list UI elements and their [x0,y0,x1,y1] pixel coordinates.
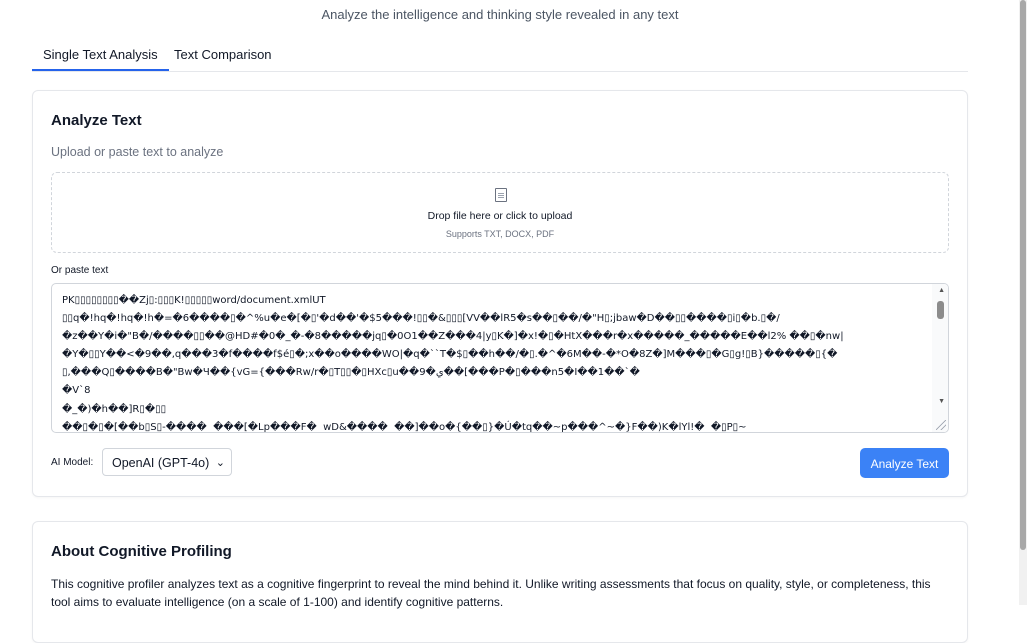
ai-model-select[interactable]: OpenAI (GPT-4o) ⌄ [102,448,232,476]
tab-single-text-analysis[interactable]: Single Text Analysis [32,40,169,71]
dropzone-title: Drop file here or click to upload [427,210,573,222]
about-card-title: About Cognitive Profiling [51,543,232,560]
scroll-thumb[interactable] [937,301,944,319]
chevron-down-icon: ⌄ [215,457,225,469]
textarea-scrollbar[interactable]: ▲ ▼ [932,284,948,432]
scroll-down-arrow-icon[interactable]: ▼ [938,398,945,405]
paste-text-content: PK▯▯▯▯▯▯▯▯��Zj▯:▯▯▯K!▯▯▯▯▯word/document.… [62,295,844,433]
analyze-card-description: Upload or paste text to analyze [51,145,224,159]
about-card-text: This cognitive profiler analyzes text as… [51,577,931,609]
tab-text-comparison[interactable]: Text Comparison [174,40,272,70]
page-scroll-thumb[interactable] [1020,0,1026,550]
about-card: About Cognitive Profiling This cognitive… [32,521,968,643]
page-scrollbar[interactable] [1019,0,1027,605]
file-upload-dropzone[interactable]: Drop file here or click to upload Suppor… [51,172,949,253]
dropzone-supported-formats: Supports TXT, DOCX, PDF [445,229,555,239]
ai-model-label: AI Model: [51,457,94,468]
file-icon [495,188,507,202]
paste-text-area[interactable]: PK▯▯▯▯▯▯▯▯��Zj▯:▯▯▯K!▯▯▯▯▯word/document.… [51,283,949,433]
page-subtitle: Analyze the intelligence and thinking st… [321,7,679,22]
ai-model-selected-value: OpenAI (GPT-4o) [112,456,210,470]
paste-text-label: Or paste text [51,265,109,276]
analyze-text-button[interactable]: Analyze Text [860,448,949,478]
resize-grip-icon[interactable] [936,420,946,430]
analyze-text-card: Analyze Text Upload or paste text to ana… [32,90,968,497]
tab-bar: Single Text Analysis Text Comparison [32,40,968,72]
analyze-card-title: Analyze Text [51,112,142,129]
scroll-up-arrow-icon[interactable]: ▲ [938,287,945,294]
